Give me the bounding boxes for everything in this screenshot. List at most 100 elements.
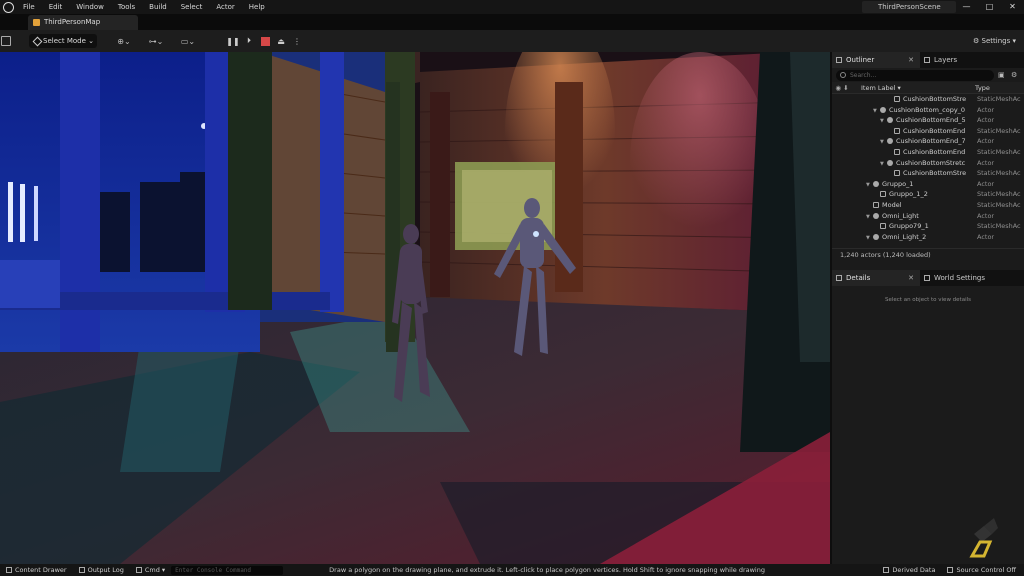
static-mesh-icon [894, 148, 900, 155]
select-mode-dropdown[interactable]: Select Mode ⌄ [29, 34, 97, 48]
derived-data-button[interactable]: Derived Data [877, 564, 941, 576]
window-controls: — □ ✕ [955, 0, 1024, 14]
row-label: ▼ Gruppo_1 [832, 179, 977, 190]
content-drawer-button[interactable]: Content Drawer [0, 566, 73, 574]
row-type: Actor [977, 137, 995, 146]
outliner-row[interactable]: ▼ Omni_Light_2 Actor [832, 232, 1024, 243]
row-label: CushionBottomEnd [832, 126, 977, 137]
static-mesh-icon [894, 127, 900, 134]
menu-item-actor[interactable]: Actor [209, 0, 241, 14]
row-label: Gruppo_1_2 [832, 189, 977, 200]
derived-data-label: Derived Data [892, 566, 936, 574]
settings-button[interactable]: ⚙ Settings ▾ [973, 30, 1016, 52]
main-menu: File Edit Window Tools Build Select Actor Help [16, 0, 272, 14]
stop-button[interactable] [259, 35, 271, 47]
cinematics-icon[interactable]: ▭⌄ [177, 34, 199, 48]
tab-details[interactable]: Details ✕ [832, 270, 920, 286]
menu-item-help[interactable]: Help [242, 0, 272, 14]
outliner-row[interactable]: Model StaticMeshAc [832, 200, 1024, 211]
tab-world-settings[interactable]: World Settings [920, 270, 993, 286]
outliner-row[interactable]: ▼ Omni_Light Actor [832, 211, 1024, 222]
blueprint-icon[interactable]: ⊶⌄ [145, 34, 167, 48]
row-type: StaticMeshAc [977, 190, 1021, 199]
outliner-row[interactable]: ▼ CushionBottomEnd_7 Actor [832, 136, 1024, 147]
menu-item-tools[interactable]: Tools [111, 0, 142, 14]
pause-icon[interactable]: ❚❚ [226, 35, 239, 47]
console-input[interactable]: Enter Console Command [171, 565, 284, 575]
outliner-row[interactable]: CushionBottomStre StaticMeshAc [832, 94, 1024, 105]
tab-outliner[interactable]: Outliner ✕ [832, 52, 920, 68]
expand-arrow-icon[interactable]: ▼ [866, 212, 873, 222]
expand-arrow-icon[interactable]: ▼ [866, 233, 873, 243]
unreal-logo-icon[interactable] [0, 0, 16, 14]
row-name: Gruppo79_1 [889, 222, 929, 231]
outliner-row[interactable]: ▼ Gruppo_1 Actor [832, 179, 1024, 190]
tab-third-person-map[interactable]: ThirdPersonMap [28, 15, 138, 30]
settings-gear-icon[interactable]: ⚙ [1011, 71, 1020, 80]
outliner-row[interactable]: Gruppo79_1 StaticMeshAc [832, 221, 1024, 232]
row-type: StaticMeshAc [977, 95, 1021, 103]
item-label-column[interactable]: Item Label ▾ [852, 82, 971, 93]
close-button[interactable]: ✕ [1001, 0, 1024, 14]
row-label: ▼ CushionBottom_copy_0 [832, 105, 977, 116]
row-name: CushionBottomStre [903, 169, 967, 178]
tab-layers[interactable]: Layers [920, 52, 965, 68]
menu-item-window[interactable]: Window [69, 0, 111, 14]
outliner-row[interactable]: ▼ CushionBottom_copy_0 Actor [832, 105, 1024, 116]
row-type: StaticMeshAc [977, 200, 1021, 209]
outliner-row[interactable]: CushionBottomEnd StaticMeshAc [832, 147, 1024, 158]
add-folder-icon[interactable]: ▣ [998, 71, 1007, 80]
add-content-icon[interactable]: ⊕⌄ [113, 34, 135, 48]
row-label: ▼ CushionBottomEnd_7 [832, 136, 977, 147]
select-mode-label: Select Mode [43, 37, 86, 45]
row-name: CushionBottomStretc [896, 158, 966, 167]
eject-icon[interactable]: ⏏ [275, 35, 287, 47]
output-log-button[interactable]: Output Log [73, 566, 130, 574]
save-icon[interactable] [1, 36, 11, 46]
details-empty-message: Select an object to view details [884, 297, 972, 303]
minimize-button[interactable]: — [955, 0, 978, 14]
row-type: Actor [977, 179, 995, 188]
expand-arrow-icon[interactable]: ▼ [880, 116, 887, 126]
outliner-row[interactable]: ▼ CushionBottomStretc Actor [832, 158, 1024, 169]
visibility-column-icon[interactable]: ◉ ⬇ [832, 82, 852, 93]
actor-icon [880, 106, 886, 113]
skip-frame-icon[interactable]: ⏵ [243, 35, 255, 47]
outliner-row[interactable]: ▼ CushionBottomEnd_5 Actor [832, 115, 1024, 126]
output-log-label: Output Log [87, 566, 124, 574]
outliner-search-input[interactable]: Search... [836, 69, 994, 81]
actor-icon [887, 159, 893, 166]
source-control-label: Source Control Off [956, 566, 1016, 574]
level-icon [33, 19, 40, 26]
details-tabs: Details ✕ World Settings [832, 270, 1024, 286]
outliner-row[interactable]: CushionBottomEnd StaticMeshAc [832, 126, 1024, 137]
cmd-dropdown[interactable]: Cmd ▾ [130, 566, 171, 574]
expand-arrow-icon[interactable]: ▼ [880, 137, 887, 147]
source-control-icon [947, 567, 954, 573]
expand-arrow-icon[interactable]: ▼ [866, 180, 873, 190]
row-label: Gruppo79_1 [832, 221, 977, 232]
menu-item-edit[interactable]: Edit [42, 0, 70, 14]
expand-arrow-icon[interactable]: ▼ [880, 159, 887, 169]
outliner-row[interactable]: Gruppo_1_2 StaticMeshAc [832, 189, 1024, 200]
maximize-button[interactable]: □ [978, 0, 1001, 14]
source-control-button[interactable]: Source Control Off [941, 564, 1022, 576]
row-label: ▼ Omni_Light_2 [832, 232, 977, 243]
layers-icon [924, 57, 930, 63]
menu-item-select[interactable]: Select [174, 0, 210, 14]
row-type: StaticMeshAc [977, 147, 1021, 156]
outliner-row[interactable]: CushionBottomStre StaticMeshAc [832, 168, 1024, 179]
type-column[interactable]: Type [971, 82, 1024, 93]
level-viewport[interactable] [0, 52, 830, 564]
menu-item-build[interactable]: Build [142, 0, 174, 14]
cmd-icon [135, 567, 142, 573]
close-outliner-icon[interactable]: ✕ [908, 52, 914, 68]
row-label: ▼ CushionBottomStretc [832, 158, 977, 169]
row-name: CushionBottomEnd [903, 126, 966, 135]
row-type: StaticMeshAc [977, 169, 1021, 178]
close-details-icon[interactable]: ✕ [908, 270, 914, 286]
row-name: CushionBottomEnd [903, 147, 966, 156]
expand-arrow-icon[interactable]: ▼ [873, 106, 880, 116]
menu-item-file[interactable]: File [16, 0, 42, 14]
more-options-icon[interactable]: ⋮ [291, 35, 303, 47]
